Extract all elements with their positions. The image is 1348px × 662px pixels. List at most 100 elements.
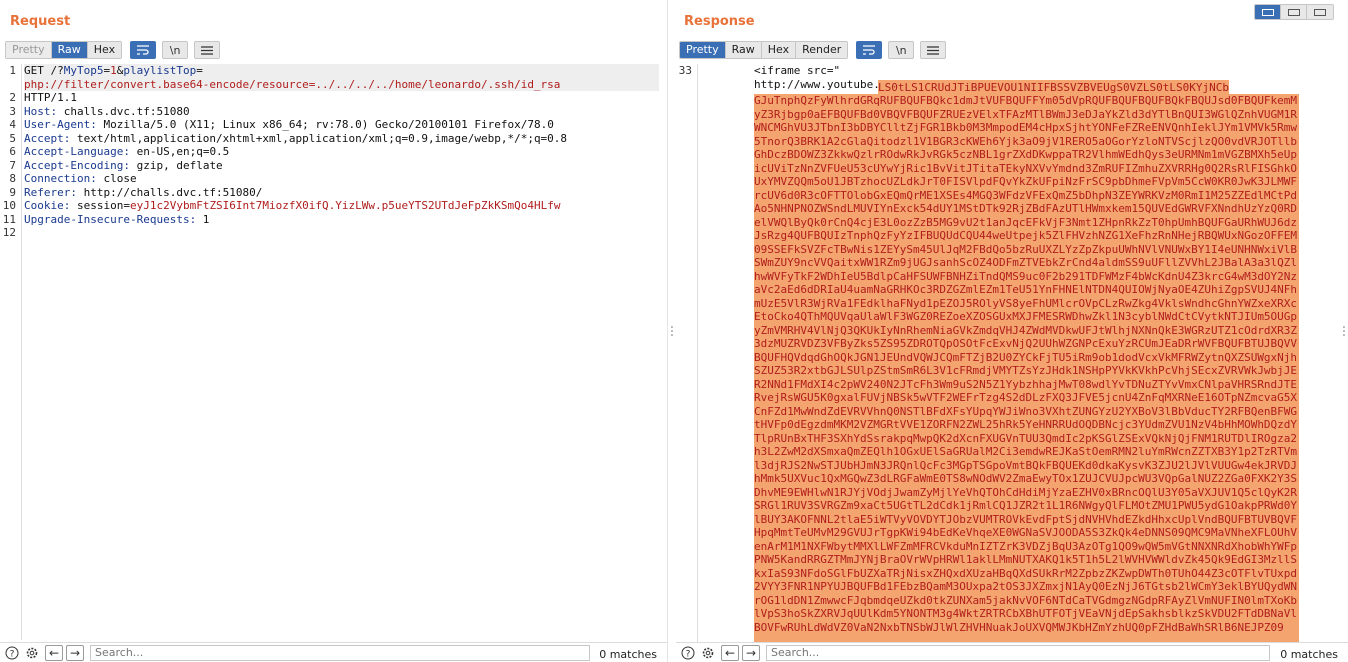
request-editor[interactable]: 1 1 2 3 4 5 6 7 8 9 10 11 12 GET /?MyTop… — [0, 64, 667, 640]
svg-text:?: ? — [686, 649, 691, 659]
header-value: text/html,application/xhtml+xml,applicat… — [70, 131, 568, 145]
search-input[interactable] — [90, 644, 590, 661]
header-line: Referer: http://challs.dvc.tf:51080/ — [24, 186, 659, 200]
tab-raw[interactable]: Raw — [51, 42, 88, 58]
response-view-tabs: Pretty Raw Hex Render — [679, 41, 849, 59]
tab-pretty[interactable]: Pretty — [6, 42, 52, 58]
header-name: Host: — [24, 104, 58, 118]
header-name: Accept: — [24, 131, 71, 145]
header-line: Accept-Language: en-US,en;q=0.5 — [24, 145, 659, 159]
base64-block: GJuTnphQzFyWlhrdGRqRUFBQUFBQkc1dmJtVUFBQ… — [754, 94, 1299, 642]
header-value: close — [96, 172, 137, 185]
line-gutter: 33 — [676, 64, 698, 642]
header-line: Cookie: session=eyJ1c2VybmFtZSI6Int7Mioz… — [24, 199, 659, 213]
header-name: User-Agent: — [24, 118, 97, 131]
gear-icon[interactable] — [698, 643, 718, 662]
iframe-tag: <iframe src=" — [754, 64, 841, 77]
line-number: 8 — [9, 172, 16, 185]
line-number: 5 — [9, 131, 16, 145]
line-number: 4 — [9, 118, 16, 131]
search-next-button[interactable]: → — [66, 644, 84, 661]
newline-icon[interactable]: \n — [162, 41, 189, 59]
search-input[interactable] — [766, 644, 1270, 661]
tab-hex[interactable]: Hex — [761, 42, 797, 58]
tab-render[interactable]: Render — [796, 42, 848, 58]
header-line: Upgrade-Insecure-Requests: 1 — [24, 213, 659, 227]
header-line: Connection: close — [24, 172, 659, 186]
param-name: playlistTop — [123, 64, 197, 77]
request-line: GET /?MyTop5=1&playlistTop= — [24, 64, 659, 78]
equals-sign: = — [196, 64, 203, 77]
layout-toggle — [1254, 4, 1334, 20]
line-number: 1 — [9, 64, 16, 77]
param-name: MyTop5 — [63, 64, 104, 77]
line-number: 2 — [9, 91, 16, 104]
split-vertical-icon[interactable] — [1281, 5, 1307, 19]
request-title: Request — [10, 14, 71, 29]
response-toolbar: Pretty Raw Hex Render \n — [679, 41, 947, 59]
header-value: challs.dvc.tf:51080 — [57, 104, 190, 118]
header-value: Mozilla/5.0 (X11; Linux x86_64; rv:78.0)… — [96, 118, 554, 131]
search-next-button[interactable]: → — [742, 644, 760, 661]
cookie-value: eyJ1c2VybmFtZSI6Int7MiozfX0ifQ.YizLWw.p5… — [129, 199, 561, 212]
param-value: 1 — [110, 64, 117, 77]
pane-divider[interactable]: · · · — [669, 321, 675, 343]
wrap-icon[interactable] — [130, 41, 157, 59]
header-name: Referer: — [24, 185, 77, 199]
header-value: gzip, deflate — [129, 158, 223, 172]
request-toolbar: Pretty Raw Hex \n — [5, 41, 221, 59]
tab-hex[interactable]: Hex — [87, 42, 122, 58]
header-name: Accept-Language: — [24, 145, 130, 158]
help-icon[interactable]: ? — [2, 643, 22, 662]
header-name: Connection: — [24, 172, 97, 185]
empty-line — [24, 226, 659, 240]
response-title: Response — [684, 14, 755, 29]
param-value: php://filter/convert.base64-encode/resou… — [24, 77, 561, 91]
menu-icon[interactable] — [194, 41, 221, 59]
request-search-bar: ? ← → 0 matches — [0, 642, 667, 662]
header-name: Cookie: — [24, 199, 71, 212]
response-search-bar: ? ← → 0 matches — [676, 642, 1348, 662]
match-count: 0 matches — [1280, 648, 1338, 661]
line-number: 6 — [9, 145, 16, 158]
line-number: 33 — [678, 64, 692, 77]
header-value: 1 — [196, 212, 210, 226]
header-value: http://challs.dvc.tf:51080/ — [76, 185, 263, 199]
line-number: 7 — [9, 158, 16, 172]
header-name: Accept-Encoding: — [24, 158, 130, 172]
pane-divider-right[interactable]: · · · — [1341, 321, 1347, 343]
gear-icon[interactable] — [22, 643, 42, 662]
line-number: 3 — [9, 104, 16, 118]
menu-icon[interactable] — [920, 41, 947, 59]
newline-icon[interactable]: \n — [888, 41, 915, 59]
match-count: 0 matches — [599, 648, 657, 661]
header-line: Host: challs.dvc.tf:51080 — [24, 105, 659, 119]
header-line: User-Agent: Mozilla/5.0 (X11; Linux x86_… — [24, 118, 659, 132]
method-path: GET /? — [24, 64, 64, 77]
response-editor[interactable]: 33 <iframe src=" http://www.youtube.com/… — [676, 64, 1348, 642]
line-gutter: 1 1 2 3 4 5 6 7 8 9 10 11 12 — [0, 64, 22, 640]
search-prev-button[interactable]: ← — [45, 644, 63, 661]
tab-pretty[interactable]: Pretty — [680, 42, 726, 58]
request-code: GET /?MyTop5=1&playlistTop= php://filter… — [24, 64, 659, 240]
line-number: 11 — [2, 212, 16, 226]
request-view-tabs: Pretty Raw Hex — [5, 41, 123, 59]
header-name: Upgrade-Insecure-Requests: — [24, 212, 197, 226]
header-line: Accept-Encoding: gzip, deflate — [24, 159, 659, 173]
request-line: HTTP/1.1 — [24, 91, 77, 104]
request-line: php://filter/convert.base64-encode/resou… — [24, 77, 659, 91]
svg-text:?: ? — [10, 649, 15, 659]
help-icon[interactable]: ? — [678, 643, 698, 662]
tab-raw[interactable]: Raw — [725, 42, 762, 58]
tabs-layout-icon[interactable] — [1307, 5, 1333, 19]
wrap-icon[interactable] — [856, 41, 883, 59]
search-prev-button[interactable]: ← — [721, 644, 739, 661]
line-number: 12 — [2, 226, 16, 239]
line-number: 10 — [2, 199, 16, 212]
line-number: 9 — [9, 185, 16, 199]
equals-sign: = — [123, 199, 130, 212]
cookie-name: session — [70, 199, 124, 212]
split-horizontal-icon[interactable] — [1255, 5, 1281, 19]
header-value: en-US,en;q=0.5 — [129, 145, 230, 158]
base64-highlight: LS0tLS1CRUdJTiBPUEVOU1NIIFBSSVZBVEUgS0VZ… — [878, 80, 1229, 94]
